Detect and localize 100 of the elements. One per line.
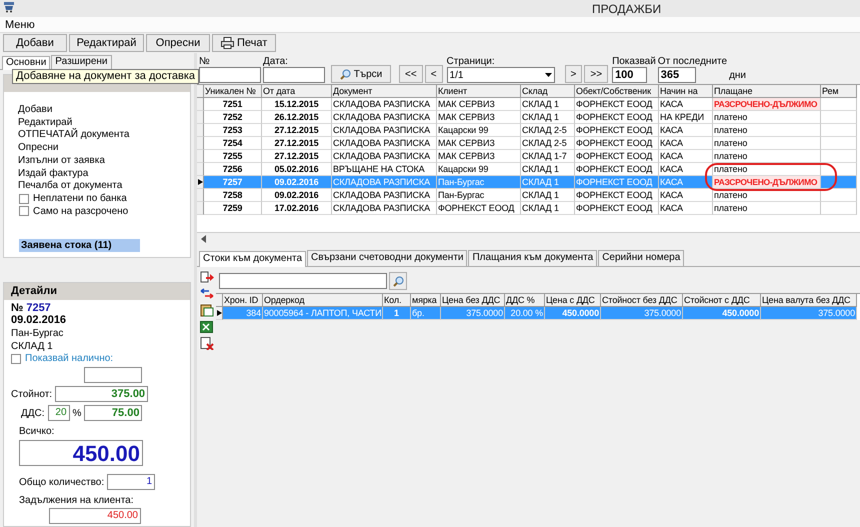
table-cell: СКЛАД 1 [521,202,575,215]
column-header: ДДС % [505,294,545,307]
checkbox-label: Неплатени по банка [33,192,127,204]
payment-cell: платено [713,111,821,124]
action-link[interactable]: ОТПЕЧАТАЙ документа [18,129,130,141]
column-header: Стойност без ДДС [601,294,683,307]
next-page-button[interactable]: > [564,65,582,83]
table-cell: ФОРНЕКСТ ЕООД [575,189,659,202]
table-cell: 90005964 - ЛАПТОП, ЧАСТИ [263,307,383,320]
quantity-label: Общо количество: [19,476,104,489]
payment-cell: платено [713,202,821,215]
show-label: Показвай [612,56,656,67]
page-dropdown[interactable]: 1/1 [446,67,555,83]
table-cell: 1 [383,307,411,320]
table-cell: ФОРНЕКСТ ЕООД [575,137,659,150]
action-link[interactable]: Издай фактура [18,168,88,179]
document-tab[interactable]: Стоки към документа [199,251,306,267]
days-unit: дни [729,70,746,81]
warehouse-name: СКЛАД 1 [11,340,53,353]
table-cell: КАСА [659,150,713,163]
table-cell: 09.02.2016 [262,176,332,189]
action-link[interactable]: Добави [18,104,52,116]
table-cell: СКЛАДОВА РАЗПИСКА [332,202,437,215]
column-header: Стойснот с ДДС [683,294,761,307]
table-cell: 7258 [204,189,262,202]
column-header: Обект/Собственик [575,85,659,98]
table-cell: СКЛАД 1 [521,98,575,111]
requested-goods-button[interactable]: Заявена стока (11) [19,239,140,252]
payment-cell: платено [713,150,821,163]
section-header: Детайли [4,283,190,300]
table-cell: Пан-Бургас [437,189,521,202]
panel-tab[interactable]: Разширени [51,55,112,69]
payment-cell: платено [713,189,821,202]
table-cell: 375.0000 [441,307,505,320]
tooltip: Добавяне на документ за доставка [12,69,200,84]
toolbar-button[interactable]: Добави [3,34,67,52]
panel-tab[interactable]: Основни [2,56,50,70]
percent-sign: % [72,406,82,420]
toolbar-button[interactable]: Опресни [146,34,210,52]
search-button[interactable]: Търси [331,65,391,83]
last-page-button[interactable]: >> [584,65,608,83]
quantity-field: 1 [107,474,156,490]
first-page-button[interactable]: << [399,65,423,83]
table-cell: КАСА [659,124,713,137]
column-header: Начин на [659,85,713,98]
toolbar-button[interactable]: Редактирай [69,34,144,52]
payment-cell: платено [713,124,821,137]
table-cell: ФОРНЕКСТ ЕООД [575,124,659,137]
window-title: ПРОДАЖБИ [592,2,662,16]
table-cell: 15.12.2015 [262,98,332,111]
table-cell: СКЛАДОВА РАЗПИСКА [332,111,437,124]
table-cell: 7254 [204,137,262,150]
table-cell: СКЛАД 1-7 [521,150,575,163]
document-tab[interactable]: Плащания към документа [468,250,598,266]
action-link[interactable]: Редактирай [18,116,72,128]
column-header: Цена валута без ДДС [761,294,857,307]
table-cell: 7255 [204,150,262,163]
column-header: Плащане [713,85,821,98]
action-link[interactable]: Печалба от документа [18,180,122,192]
table-cell: 7253 [204,124,262,137]
checkbox-label: Само на разсрочено [33,206,128,218]
table-cell: СКЛАД 1 [521,189,575,202]
column-header: Клиент [437,85,521,98]
value-label: Стойнот: [11,388,52,401]
client-name: Пан-Бургас [11,327,64,340]
value-field: 375.00 [55,386,148,402]
menu-item[interactable]: Меню [5,18,35,30]
table-cell: НА КРЕДИ [659,111,713,124]
previous-page-button[interactable]: < [424,65,443,83]
table-cell: МАК СЕРВИЗ [437,111,521,124]
document-tab[interactable]: Серийни номера [598,250,684,266]
table-cell: 26.12.2015 [262,111,332,124]
debts-field: 450.00 [49,508,141,524]
column-header: Документ [332,85,437,98]
column-header: Цена без ДДС [441,294,505,307]
table-cell: СКЛАДОВА РАЗПИСКА [332,150,437,163]
table-cell: СКЛАД 1 [521,176,575,189]
table-cell: 09.02.2016 [262,189,332,202]
column-header: Уникален № [204,85,262,98]
table-cell: ФОРНЕКСТ ЕООД [437,202,521,215]
date-label: Дата: [263,56,288,67]
table-cell: 7259 [204,202,262,215]
table-cell: ФОРНЕКСТ ЕООД [575,150,659,163]
table-cell: КАСА [659,137,713,150]
show-count-field[interactable]: 100 [612,67,648,83]
table-cell: СКЛАД 1 [521,111,575,124]
toolbar-button[interactable]: Печат [212,34,276,52]
action-link[interactable]: Опресни [18,142,58,154]
checkbox-label: Показвай налично: [25,353,114,364]
pages-label: Страници: [446,56,495,67]
action-link[interactable]: Изпълни от заявка [18,154,105,166]
table-cell: 7257 [204,176,262,189]
vat-field: 75.00 [84,405,142,422]
table-cell: 7252 [204,111,262,124]
days-field[interactable]: 365 [658,67,696,83]
table-cell: СКЛАД 2-5 [521,124,575,137]
payment-cell: РАЗСРОЧЕНО-ДЪЛЖИМО [713,98,821,111]
document-tab[interactable]: Свързани счетоводни документи [307,250,468,266]
table-cell: МАК СЕРВИЗ [437,98,521,111]
column-header: Ордеркод [263,294,383,307]
